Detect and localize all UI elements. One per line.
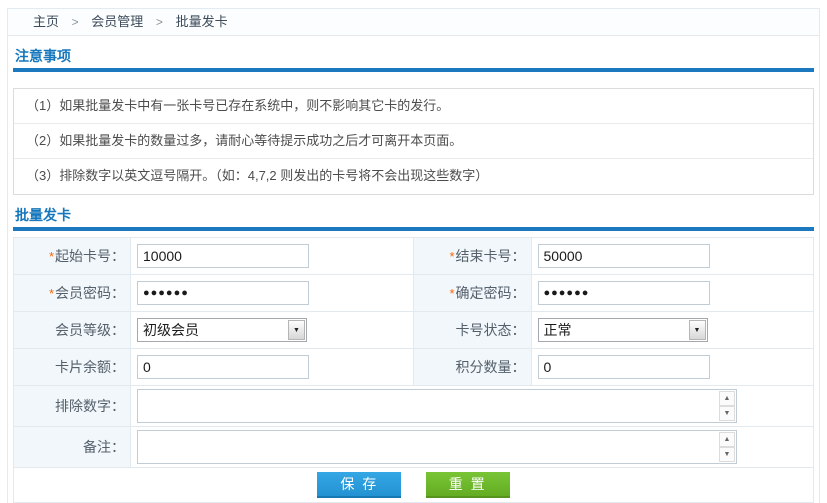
breadcrumb-member-mgmt-link[interactable]: 会员管理	[91, 14, 143, 29]
table-row: 保 存 重 置	[14, 468, 814, 503]
note-item: （3）排除数字以英文逗号隔开。（如：4,7,2 则发出的卡号将不会出现这些数字）	[14, 159, 813, 194]
member-level-selected-value: 初级会员	[138, 320, 287, 340]
table-row: *会员等级： 初级会员 ▼ *卡号状态： 正常 ▼	[14, 312, 814, 349]
points-amount-input[interactable]	[538, 355, 710, 379]
breadcrumb-current-page: 批量发卡	[176, 14, 228, 29]
notes-section-title: 注意事项	[15, 48, 814, 64]
form-title-underline	[13, 227, 814, 231]
card-status-select[interactable]: 正常 ▼	[538, 318, 708, 342]
scroll-up-icon: ▲	[724, 436, 731, 443]
start-card-no-label: *起始卡号：	[14, 238, 131, 275]
card-status-selected-value: 正常	[539, 320, 688, 340]
member-level-select[interactable]: 初级会员 ▼	[137, 318, 307, 342]
chevron-down-icon: ▼	[694, 327, 701, 334]
start-card-no-input[interactable]	[137, 244, 309, 268]
table-row: *备注： ▲ ▼	[14, 427, 814, 468]
scroll-up-button[interactable]: ▲	[719, 391, 735, 406]
card-balance-label: *卡片余额：	[14, 349, 131, 386]
scroll-up-button[interactable]: ▲	[719, 432, 735, 447]
table-row: *会员密码： *确定密码：	[14, 275, 814, 312]
remark-textarea[interactable]: ▲ ▼	[137, 430, 737, 464]
textarea-scrollbar[interactable]: ▲ ▼	[719, 432, 735, 462]
page-container: 主页 > 会员管理 > 批量发卡 注意事项 （1）如果批量发卡中有一张卡号已存在…	[7, 8, 820, 503]
breadcrumb-separator: >	[156, 15, 163, 29]
required-mark: *	[449, 249, 454, 264]
remark-label: *备注：	[14, 427, 131, 468]
chevron-down-icon: ▼	[293, 327, 300, 334]
breadcrumb-separator: >	[72, 15, 79, 29]
breadcrumb: 主页 > 会员管理 > 批量发卡	[8, 9, 819, 36]
member-password-input[interactable]	[137, 281, 309, 305]
table-row: *排除数字： ▲ ▼	[14, 386, 814, 427]
notes-box: （1）如果批量发卡中有一张卡号已存在系统中，则不影响其它卡的发行。 （2）如果批…	[13, 88, 814, 195]
card-balance-input[interactable]	[137, 355, 309, 379]
dropdown-arrow-button[interactable]: ▼	[288, 320, 305, 340]
note-item: （2）如果批量发卡的数量过多，请耐心等待提示成功之后才可离开本页面。	[14, 124, 813, 159]
batch-card-form: *起始卡号： *结束卡号： *会员密码： *确定密码： *会员等级： 初级会员 …	[13, 237, 814, 503]
scroll-up-icon: ▲	[724, 395, 731, 402]
required-mark: *	[449, 286, 454, 301]
member-level-label: *会员等级：	[14, 312, 131, 349]
breadcrumb-home-link[interactable]: 主页	[33, 14, 59, 29]
exclude-digits-textarea[interactable]: ▲ ▼	[137, 389, 737, 423]
confirm-password-label: *确定密码：	[413, 275, 531, 312]
required-mark: *	[49, 286, 54, 301]
required-mark: *	[49, 249, 54, 264]
exclude-digits-label: *排除数字：	[14, 386, 131, 427]
scroll-down-icon: ▼	[724, 451, 731, 458]
scroll-down-icon: ▼	[724, 410, 731, 417]
reset-button[interactable]: 重 置	[426, 472, 510, 498]
form-section-title: 批量发卡	[15, 207, 814, 223]
card-status-label: *卡号状态：	[413, 312, 531, 349]
note-item: （1）如果批量发卡中有一张卡号已存在系统中，则不影响其它卡的发行。	[14, 89, 813, 124]
content-area: 注意事项 （1）如果批量发卡中有一张卡号已存在系统中，则不影响其它卡的发行。 （…	[8, 48, 819, 503]
end-card-no-input[interactable]	[538, 244, 710, 268]
end-card-no-label: *结束卡号：	[413, 238, 531, 275]
textarea-scrollbar[interactable]: ▲ ▼	[719, 391, 735, 421]
points-amount-label: *积分数量：	[413, 349, 531, 386]
table-row: *卡片余额： *积分数量：	[14, 349, 814, 386]
scroll-down-button[interactable]: ▼	[719, 406, 735, 421]
confirm-password-input[interactable]	[538, 281, 710, 305]
member-password-label: *会员密码：	[14, 275, 131, 312]
save-button[interactable]: 保 存	[317, 472, 401, 498]
notes-title-underline	[13, 68, 814, 72]
table-row: *起始卡号： *结束卡号：	[14, 238, 814, 275]
dropdown-arrow-button[interactable]: ▼	[689, 320, 706, 340]
scroll-down-button[interactable]: ▼	[719, 447, 735, 462]
